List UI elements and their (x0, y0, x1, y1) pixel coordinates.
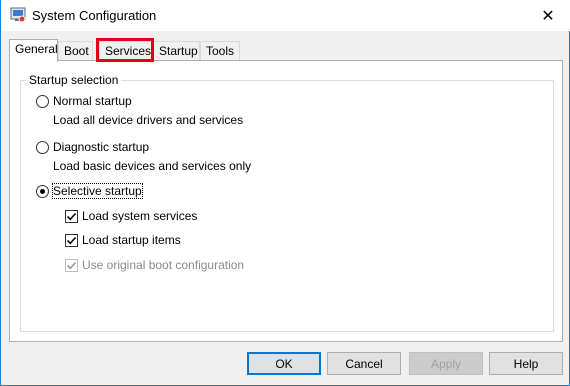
selective-startup-label[interactable]: Selective startup (52, 183, 143, 199)
diagnostic-startup-label[interactable]: Diagnostic startup (53, 140, 149, 154)
diagnostic-startup-radio[interactable]: Diagnostic startup (36, 140, 149, 154)
load-startup-items-check-icon[interactable] (65, 233, 78, 247)
apply-button: Apply (409, 352, 483, 375)
tab-tools[interactable]: Tools (200, 41, 240, 61)
normal-startup-radio[interactable]: Normal startup (36, 94, 132, 108)
use-original-boot-config-checkbox: Use original boot configuration (65, 258, 244, 272)
load-system-services-label[interactable]: Load system services (82, 209, 197, 223)
load-startup-items-label[interactable]: Load startup items (82, 233, 181, 247)
diagnostic-startup-description: Load basic devices and services only (53, 159, 252, 173)
title-bar[interactable]: System Configuration ✕ (1, 0, 570, 31)
load-startup-items-checkbox[interactable]: Load startup items (65, 233, 181, 247)
selective-startup-radio[interactable]: Selective startup (36, 183, 143, 199)
load-system-services-check-icon[interactable] (65, 209, 78, 223)
startup-selection-group: Startup selection Normal startup Load al… (20, 73, 554, 332)
tab-boot[interactable]: Boot (58, 41, 93, 61)
tab-general[interactable]: General (9, 39, 58, 62)
diagnostic-startup-radio-indicator[interactable] (36, 140, 49, 154)
cancel-button[interactable]: Cancel (327, 352, 401, 375)
window-title: System Configuration (32, 8, 157, 23)
load-system-services-checkbox[interactable]: Load system services (65, 209, 197, 223)
general-tab-panel: Startup selection Normal startup Load al… (9, 60, 563, 342)
help-button[interactable]: Help (489, 352, 563, 375)
ok-button[interactable]: OK (247, 352, 321, 375)
close-icon[interactable]: ✕ (525, 0, 570, 31)
startup-selection-legend: Startup selection (26, 73, 122, 87)
normal-startup-label[interactable]: Normal startup (53, 94, 132, 108)
use-original-boot-config-check-icon (65, 258, 78, 272)
msconfig-icon (10, 7, 26, 23)
use-original-boot-config-label: Use original boot configuration (82, 258, 245, 272)
normal-startup-description: Load all device drivers and services (53, 113, 244, 127)
selective-startup-radio-indicator[interactable] (36, 184, 49, 198)
tab-services[interactable]: Services (99, 41, 153, 61)
system-configuration-window: System Configuration ✕ General Boot Serv… (0, 0, 570, 386)
normal-startup-radio-indicator[interactable] (36, 94, 49, 108)
tab-startup[interactable]: Startup (153, 41, 200, 61)
